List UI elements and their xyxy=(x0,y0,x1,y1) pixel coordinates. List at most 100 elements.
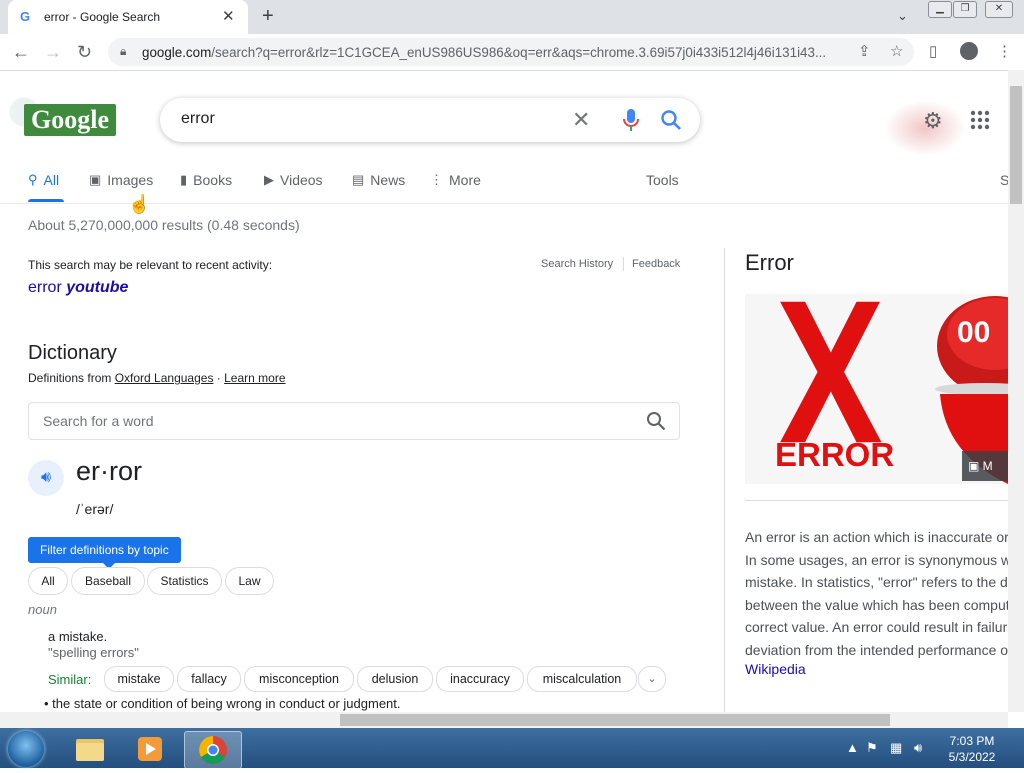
share-icon[interactable]: ⇪ xyxy=(858,42,871,60)
tab-images[interactable]: ▣ Images xyxy=(89,172,153,188)
learn-more-link[interactable]: Learn more xyxy=(224,371,285,385)
clock-date: 5/3/2022 xyxy=(948,750,996,764)
tab-books[interactable]: ▮ Books xyxy=(180,172,232,188)
result-stats: About 5,270,000,000 results (0.48 second… xyxy=(28,217,300,233)
google-logo[interactable]: Google xyxy=(24,104,116,136)
tab-all[interactable]: ⚲ All xyxy=(28,172,59,188)
description-line: mistake. In statistics, "error" refers t… xyxy=(745,574,1008,590)
image-badge: 00 xyxy=(957,316,990,349)
panel-rule xyxy=(745,500,1008,501)
settings-gear-icon[interactable]: ⚙ xyxy=(923,108,943,134)
start-button-icon[interactable] xyxy=(8,731,44,767)
tab-label: Images xyxy=(107,172,154,188)
clear-search-icon[interactable]: ✕ xyxy=(572,107,590,133)
search-box[interactable] xyxy=(160,98,700,142)
search-icon[interactable] xyxy=(660,109,682,131)
tab-label: Videos xyxy=(280,172,323,188)
related-search-link[interactable]: error youtube xyxy=(28,279,128,297)
synonym-chip[interactable]: inaccuracy xyxy=(436,666,524,692)
lock-icon[interactable]: 🔒︎ xyxy=(120,44,126,59)
tab-more[interactable]: ⋮ More xyxy=(430,172,481,188)
volume-icon[interactable]: 🔊︎ xyxy=(914,740,922,756)
microphone-icon[interactable] xyxy=(622,108,640,132)
forward-icon[interactable]: → xyxy=(44,42,62,63)
search-icon: ⚲ xyxy=(28,172,38,187)
more-images-button[interactable]: ▣ M xyxy=(962,451,1014,481)
reload-icon[interactable]: ↻ xyxy=(77,42,92,63)
topic-chip-law[interactable]: Law xyxy=(225,567,274,595)
topic-chip-baseball[interactable]: Baseball xyxy=(71,567,145,595)
wikipedia-link[interactable]: Wikipedia xyxy=(745,661,806,677)
new-tab-icon[interactable]: + xyxy=(262,5,274,28)
url-host: google.com xyxy=(142,45,212,60)
separator: · xyxy=(213,371,225,385)
more-vert-icon: ⋮ xyxy=(430,172,443,187)
url-path: /search?q=error&rlz=1C1GCEA_enUS986US986… xyxy=(211,45,827,60)
media-player-icon xyxy=(138,737,162,761)
tab-close-icon[interactable]: ✕ xyxy=(222,7,235,25)
bookmark-star-icon[interactable]: ☆ xyxy=(890,42,903,60)
topic-chip-all[interactable]: All xyxy=(28,567,68,595)
synonym-chip[interactable]: miscalculation xyxy=(527,666,637,692)
word-search-placeholder[interactable]: Search for a word xyxy=(43,413,154,429)
nav-divider xyxy=(0,203,1008,204)
headword: er·ror xyxy=(76,456,142,486)
system-clock[interactable]: 7:03 PM 5/3/2022 xyxy=(930,733,1014,765)
side-panel-icon[interactable]: ▯ xyxy=(929,42,937,60)
image-caption: ERROR xyxy=(775,436,894,473)
search-icon[interactable] xyxy=(646,411,666,431)
synonym-chip[interactable]: delusion xyxy=(357,666,433,692)
taskbar-media-player[interactable] xyxy=(122,731,178,767)
back-icon[interactable]: ← xyxy=(12,42,30,63)
knowledge-panel-description: An error is an action which is inaccurat… xyxy=(745,526,1008,666)
pronunciation-speaker-icon[interactable]: 🔊︎ xyxy=(28,460,64,496)
chrome-icon xyxy=(199,736,227,764)
clock-time: 7:03 PM xyxy=(949,734,995,748)
tab-news[interactable]: ▤ News xyxy=(352,172,405,188)
part-of-speech: noun xyxy=(28,602,57,617)
close-window-icon[interactable]: ✕ xyxy=(985,1,1013,18)
url-text[interactable]: google.com/search?q=error&rlz=1C1GCEA_en… xyxy=(142,45,848,60)
horizontal-scroll-thumb[interactable] xyxy=(340,714,890,726)
folder-icon xyxy=(76,739,104,761)
tab-title: error - Google Search xyxy=(44,10,161,24)
definition-2: the state or condition of being wrong in… xyxy=(52,696,401,711)
network-icon[interactable]: ▦ xyxy=(890,740,902,756)
chrome-menu-icon[interactable]: ⋮ xyxy=(997,42,1012,60)
relevant-activity-note: This search may be relevant to recent ac… xyxy=(28,258,273,272)
chevron-down-icon[interactable]: ⌄ xyxy=(638,666,666,692)
vertical-scroll-thumb[interactable] xyxy=(1010,86,1022,204)
restore-icon[interactable]: ❐ xyxy=(953,1,977,18)
synonym-chip[interactable]: fallacy xyxy=(177,666,241,692)
search-history-link[interactable]: Search History xyxy=(541,258,613,270)
tab-label: More xyxy=(449,172,481,188)
google-apps-icon[interactable] xyxy=(970,110,990,130)
knowledge-panel-title: Error xyxy=(745,250,794,275)
related-search-plain: error xyxy=(28,279,67,296)
tab-label: Books xyxy=(193,172,233,188)
search-input[interactable]: error xyxy=(181,110,215,128)
minimize-icon[interactable]: ▁ xyxy=(928,1,952,18)
tab-videos[interactable]: ▶ Videos xyxy=(264,172,323,188)
definition-example: "spelling errors" xyxy=(48,645,139,660)
taskbar-explorer[interactable] xyxy=(62,731,118,767)
tools-button[interactable]: Tools xyxy=(646,172,679,188)
description-line: deviation from the intended performance … xyxy=(745,641,1008,658)
topic-chip-statistics[interactable]: Statistics xyxy=(147,567,222,595)
active-tab-indicator xyxy=(28,199,64,202)
related-search-bold: youtube xyxy=(66,279,129,296)
description-line: An error is an action which is inaccurat… xyxy=(745,529,1008,545)
synonym-chip[interactable]: misconception xyxy=(244,666,354,692)
show-hidden-icons-icon[interactable]: ▲ xyxy=(846,740,859,755)
profile-avatar-icon[interactable] xyxy=(960,42,978,60)
synonym-chip[interactable]: mistake xyxy=(104,666,174,692)
feedback-link[interactable]: Feedback xyxy=(632,258,680,270)
tab-search-icon[interactable]: ⌄ xyxy=(897,8,908,24)
action-center-icon[interactable]: ⚑ xyxy=(866,740,878,756)
more-images-label: M xyxy=(982,459,993,473)
description-line: between the value which has been comput xyxy=(745,596,1008,613)
taskbar-chrome[interactable] xyxy=(184,731,242,769)
panel-divider xyxy=(724,248,725,712)
oxford-link[interactable]: Oxford Languages xyxy=(115,371,214,385)
description-line: In some usages, an error is synonymous w xyxy=(745,551,1008,568)
